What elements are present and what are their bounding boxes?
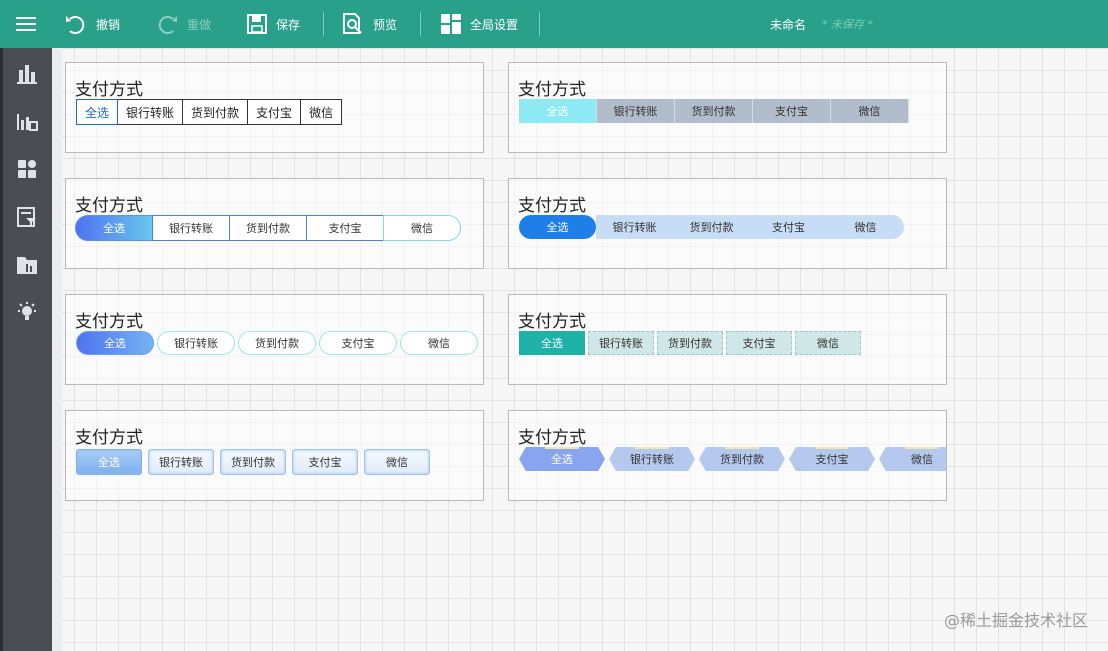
card-title: 支付方式	[75, 80, 143, 100]
card-title: 支付方式	[518, 312, 586, 332]
toolbar-divider	[420, 12, 421, 36]
payment-tabs: 全选 银行转账 货到付款 支付宝 微信	[76, 99, 343, 125]
chart-data-icon[interactable]	[16, 110, 38, 132]
tab-cash-on-delivery[interactable]: 货到付款	[673, 215, 750, 239]
undo-icon	[66, 16, 85, 34]
tab-wechat[interactable]: 微信	[383, 215, 461, 241]
card-title: 支付方式	[518, 428, 586, 448]
card-title: 支付方式	[75, 428, 143, 448]
tab-bank-transfer[interactable]: 银行转账	[152, 215, 230, 241]
tab-bank-transfer[interactable]: 银行转账	[148, 449, 214, 475]
tab-cash-on-delivery[interactable]: 货到付款	[238, 331, 316, 355]
tab-wechat[interactable]: 微信	[364, 449, 430, 475]
tab-select-all[interactable]: 全选	[519, 215, 596, 239]
layout-grid-icon	[441, 14, 461, 34]
filter-form-icon[interactable]	[16, 206, 38, 228]
tab-alipay[interactable]: 支付宝	[292, 449, 358, 475]
preview-icon	[343, 13, 362, 34]
tab-cash-on-delivery[interactable]: 货到付款	[657, 331, 723, 355]
tab-bank-transfer[interactable]: 银行转账	[597, 99, 675, 123]
grid-icon[interactable]	[16, 158, 38, 180]
bar-chart-icon[interactable]	[16, 62, 38, 84]
undo-button[interactable]: 撤销	[64, 0, 120, 48]
payment-card-2[interactable]: 支付方式 全选 银行转账 货到付款 支付宝 微信	[508, 62, 947, 153]
tab-select-all[interactable]: 全选	[519, 447, 605, 471]
save-label: 保存	[276, 17, 301, 32]
tab-select-all[interactable]: 全选	[76, 331, 154, 355]
payment-tabs: 全选 银行转账 货到付款 支付宝 微信	[519, 99, 909, 123]
document-save-status: * 未保存 *	[822, 18, 873, 31]
payment-tabs: 全选 银行转账 货到付款 支付宝 微信	[75, 215, 461, 241]
tab-alipay[interactable]: 支付宝	[750, 215, 827, 239]
redo-button[interactable]: 重做	[155, 0, 211, 48]
payment-card-1[interactable]: 支付方式 全选 银行转账 货到付款 支付宝 微信	[65, 62, 484, 153]
payment-card-8[interactable]: 支付方式 全选 银行转账 货到付款 支付宝 微信	[508, 410, 947, 501]
card-title: 支付方式	[518, 196, 586, 216]
payment-card-5[interactable]: 支付方式 全选 银行转账 货到付款 支付宝 微信	[65, 294, 484, 385]
payment-tabs: 全选 银行转账 货到付款 支付宝 微信	[519, 331, 864, 355]
tab-alipay[interactable]: 支付宝	[753, 99, 831, 123]
lightbulb-icon[interactable]	[16, 302, 38, 324]
toolbar-divider	[539, 12, 540, 36]
tab-cash-on-delivery[interactable]: 货到付款	[699, 447, 785, 471]
preview-button[interactable]: 预览	[341, 0, 397, 48]
tab-wechat[interactable]: 微信	[400, 331, 478, 355]
payment-tabs: 全选 银行转账 货到付款 支付宝 微信	[519, 447, 946, 471]
card-title: 支付方式	[75, 312, 143, 332]
tab-wechat[interactable]: 微信	[831, 99, 909, 123]
payment-tabs: 全选 银行转账 货到付款 支付宝 微信	[76, 449, 436, 475]
tab-cash-on-delivery[interactable]: 货到付款	[220, 449, 286, 475]
tab-alipay[interactable]: 支付宝	[726, 331, 792, 355]
tab-wechat[interactable]: 微信	[300, 99, 343, 125]
tab-wechat[interactable]: 微信	[827, 215, 904, 239]
payment-tabs: 全选 银行转账 货到付款 支付宝 微信	[519, 215, 904, 239]
tab-cash-on-delivery[interactable]: 货到付款	[675, 99, 753, 123]
tab-bank-transfer[interactable]: 银行转账	[117, 99, 184, 125]
payment-card-3[interactable]: 支付方式 全选 银行转账 货到付款 支付宝 微信	[65, 178, 484, 269]
tab-bank-transfer[interactable]: 银行转账	[596, 215, 673, 239]
preview-label: 预览	[373, 17, 398, 32]
toolbar-divider	[323, 12, 324, 36]
top-toolbar: 撤销 重做 保存 预览 全局设置 未命名 * 未保存 *	[0, 0, 1108, 48]
tab-select-all[interactable]: 全选	[76, 449, 142, 475]
save-icon	[247, 14, 267, 34]
tab-wechat[interactable]: 微信	[795, 331, 861, 355]
payment-tabs: 全选 银行转账 货到付款 支付宝 微信	[76, 331, 481, 355]
tab-bank-transfer[interactable]: 银行转账	[609, 447, 695, 471]
global-settings-label: 全局设置	[470, 17, 519, 32]
left-sidebar	[0, 48, 52, 651]
redo-icon	[158, 16, 177, 34]
canvas-ruler	[52, 48, 62, 651]
watermark: @稀土掘金技术社区	[943, 611, 1088, 630]
tab-select-all[interactable]: 全选	[519, 99, 597, 123]
hamburger-menu-icon	[16, 17, 36, 31]
tab-cash-on-delivery[interactable]: 货到付款	[182, 99, 249, 125]
tab-select-all[interactable]: 全选	[76, 99, 119, 125]
tab-wechat[interactable]: 微信	[879, 447, 946, 471]
payment-card-4[interactable]: 支付方式 全选 银行转账 货到付款 支付宝 微信	[508, 178, 947, 269]
tab-alipay[interactable]: 支付宝	[319, 331, 397, 355]
payment-card-7[interactable]: 支付方式 全选 银行转账 货到付款 支付宝 微信	[65, 410, 484, 501]
card-title: 支付方式	[75, 196, 143, 216]
tab-bank-transfer[interactable]: 银行转账	[588, 331, 654, 355]
tab-bank-transfer[interactable]: 银行转账	[157, 331, 235, 355]
tab-cash-on-delivery[interactable]: 货到付款	[229, 215, 307, 241]
tab-alipay[interactable]: 支付宝	[789, 447, 875, 471]
card-title: 支付方式	[518, 80, 586, 100]
design-canvas[interactable]: 支付方式 全选 银行转账 货到付款 支付宝 微信 支付方式 全选 银行转账 货到…	[52, 48, 1108, 651]
menu-button[interactable]	[16, 0, 46, 48]
document-name: 未命名	[770, 17, 807, 32]
report-icon[interactable]	[16, 254, 38, 276]
tab-alipay[interactable]: 支付宝	[247, 99, 302, 125]
payment-card-6[interactable]: 支付方式 全选 银行转账 货到付款 支付宝 微信	[508, 294, 947, 385]
tab-select-all[interactable]: 全选	[519, 331, 585, 355]
tab-select-all[interactable]: 全选	[75, 215, 153, 241]
tab-alipay[interactable]: 支付宝	[306, 215, 384, 241]
sidebar-edge	[0, 48, 3, 651]
global-settings-button[interactable]: 全局设置	[440, 0, 518, 48]
redo-label: 重做	[187, 17, 212, 32]
save-button[interactable]: 保存	[246, 0, 300, 48]
undo-label: 撤销	[96, 17, 121, 32]
